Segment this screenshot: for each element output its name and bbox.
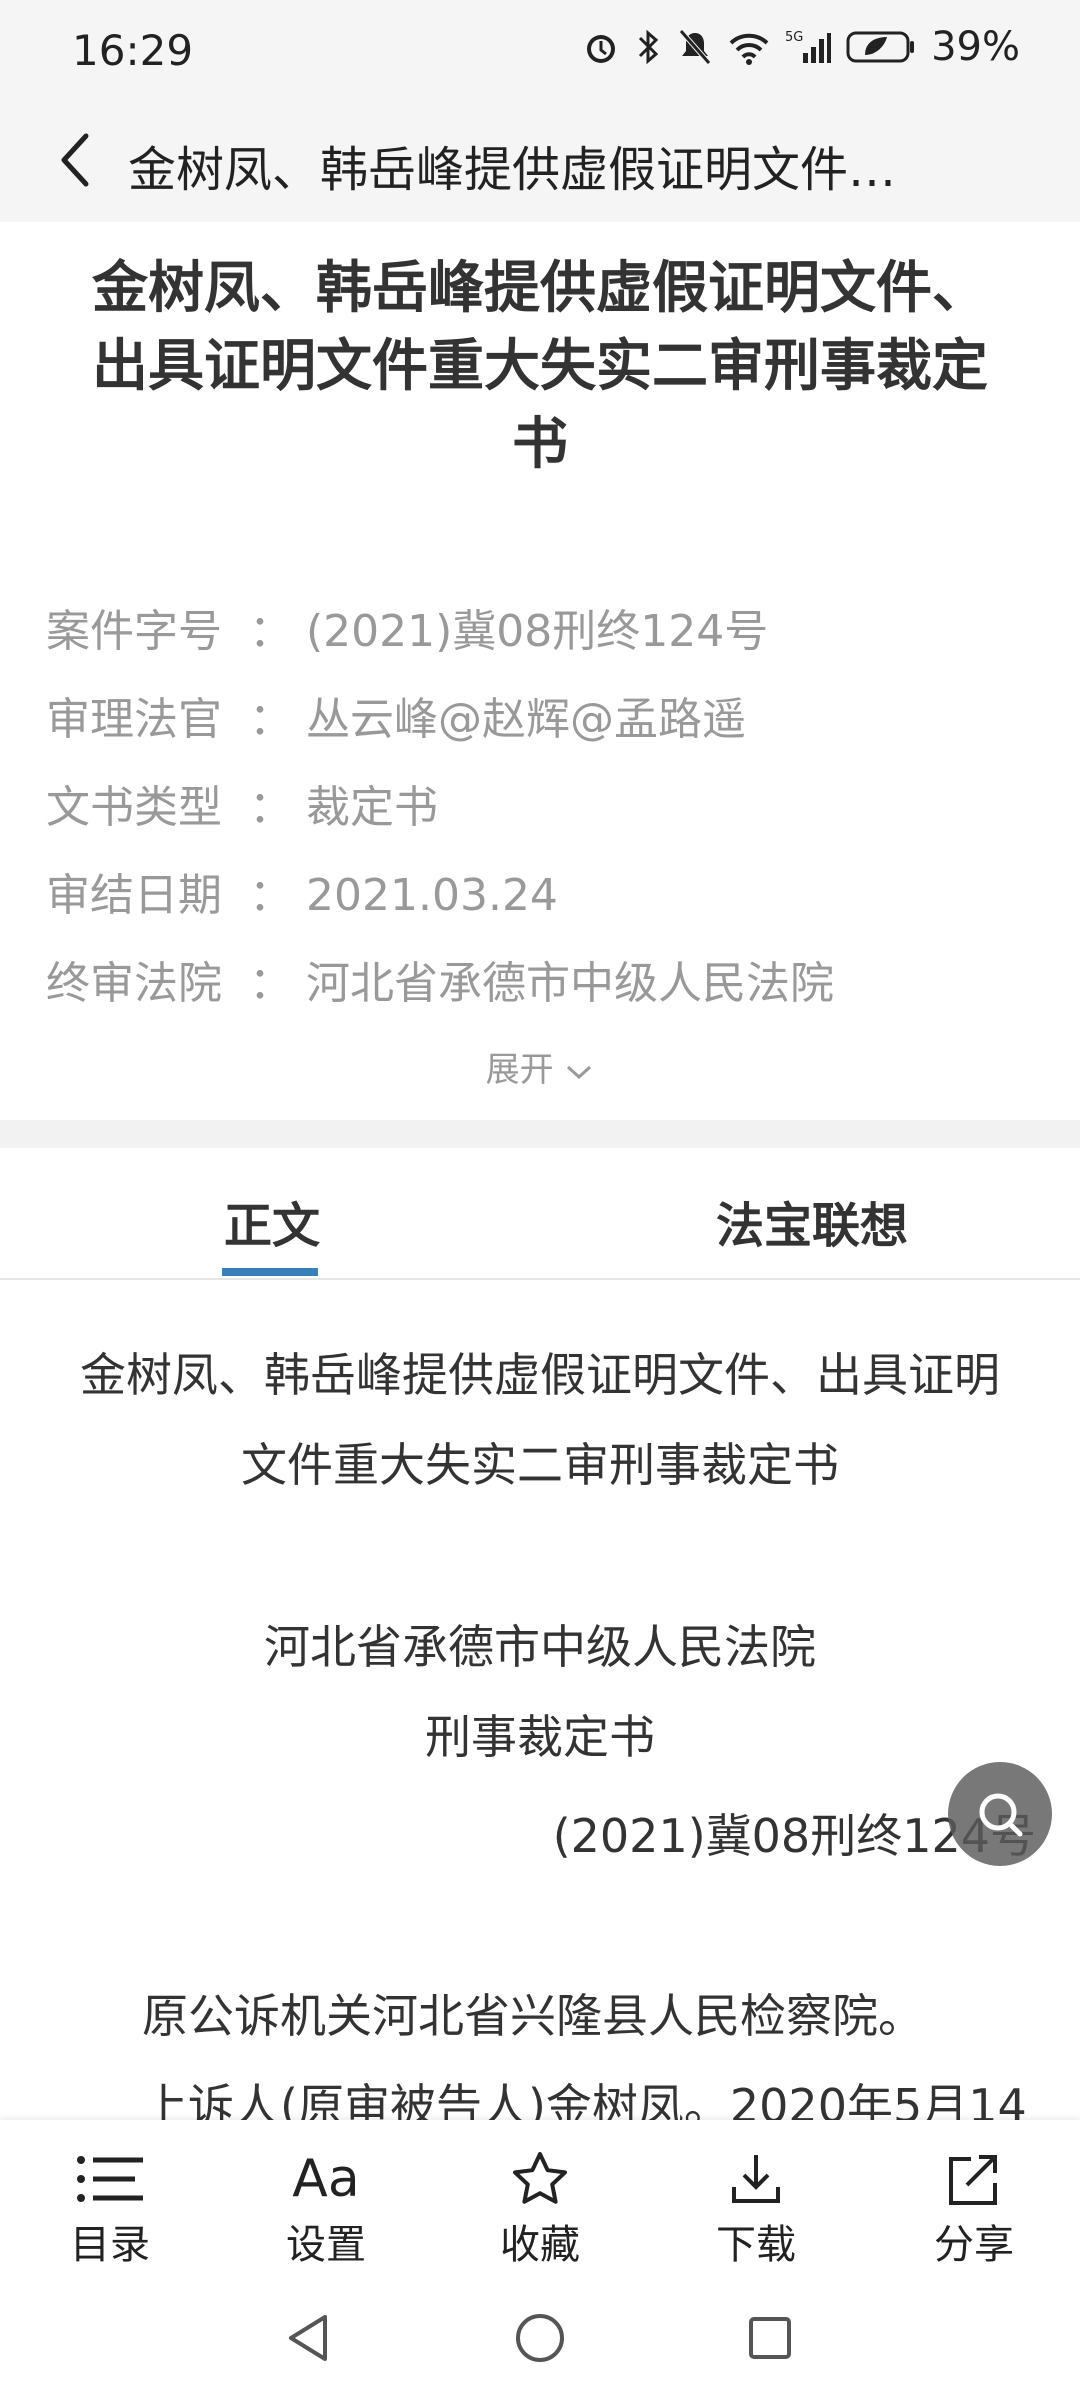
meta-separator: ： — [249, 870, 293, 921]
search-fab-button[interactable] — [948, 1762, 1052, 1866]
meta-label: 案件字号 — [46, 606, 222, 657]
chevron-down-icon — [567, 1065, 592, 1079]
star-icon — [513, 2152, 567, 2204]
share-label: 分享 — [934, 2222, 1014, 2268]
meta-value: 丛云峰@赵辉@孟路遥 — [306, 694, 746, 745]
nav-recents-button[interactable] — [740, 2308, 800, 2368]
battery-icon — [846, 31, 915, 63]
meta-row-case-number: 案件字号 ： (2021)冀08刑终124号 — [46, 588, 1046, 676]
meta-label: 审理法官 — [46, 694, 222, 745]
mute-icon — [679, 29, 711, 65]
body-paragraph: 原公诉机关河北省兴隆县人民检察院。 — [142, 1989, 924, 2043]
content-tabs: 正文 法宝联想 — [0, 1148, 1080, 1280]
meta-row-doc-type: 文书类型 ： 裁定书 — [46, 764, 1046, 852]
download-label: 下载 — [716, 2222, 796, 2268]
share-button[interactable]: 分享 — [904, 2148, 1044, 2270]
expand-label: 展开 — [485, 1050, 554, 1090]
bottom-toolbar: 目录 Aa 设置 收藏 下载 分享 — [0, 2120, 1080, 2280]
meta-separator: ： — [249, 606, 293, 657]
settings-button[interactable]: Aa 设置 — [256, 2148, 396, 2270]
download-button[interactable]: 下载 — [686, 2148, 826, 2270]
document-title-line: 出具证明文件重大失实二审刑事裁定 — [92, 334, 988, 399]
toc-button[interactable]: 目录 — [40, 2148, 180, 2270]
expand-button[interactable]: 展开 — [0, 1042, 1080, 1091]
body-case-number: (2021)冀08刑终124号 — [552, 1809, 1036, 1863]
back-button[interactable] — [36, 120, 116, 200]
download-icon — [732, 2155, 780, 2203]
meta-separator: ： — [249, 958, 293, 1009]
document-title-line: 书 — [512, 412, 568, 477]
signal-5g-icon: 5G — [785, 30, 832, 63]
system-nav-bar — [0, 2280, 1080, 2400]
nav-home-button[interactable] — [510, 2308, 570, 2368]
wifi-icon — [729, 33, 769, 65]
list-icon — [77, 2156, 143, 2202]
body-heading-line: 金树凤、韩岳峰提供虚假证明文件、出具证明 — [80, 1348, 1000, 1402]
search-icon — [979, 1793, 1023, 1837]
square-recents-icon — [749, 2317, 791, 2359]
body-doc-type: 刑事裁定书 — [425, 1710, 655, 1764]
tab-main-text[interactable]: 正文 — [224, 1186, 320, 1256]
meta-value: (2021)冀08刑终124号 — [306, 606, 769, 657]
section-divider — [0, 1120, 1080, 1148]
meta-row-judges: 审理法官 ： 丛云峰@赵辉@孟路遥 — [46, 676, 1046, 764]
settings-label: 设置 — [286, 2222, 366, 2268]
meta-separator: ： — [249, 694, 293, 745]
favorite-button[interactable]: 收藏 — [470, 2148, 610, 2270]
active-tab-indicator — [222, 1268, 318, 1276]
back-arrow-icon — [61, 133, 89, 187]
meta-row-date: 审结日期 ： 2021.03.24 — [46, 852, 1046, 940]
share-icon — [949, 2155, 997, 2205]
document-title-line: 金树凤、韩岳峰提供虚假证明文件、 — [92, 256, 988, 321]
favorite-label: 收藏 — [500, 2222, 580, 2268]
status-bar: 16:29 5G 39% — [0, 0, 1080, 100]
triangle-back-icon — [289, 2315, 327, 2361]
meta-label: 文书类型 — [46, 782, 222, 833]
case-metadata: 案件字号 ： (2021)冀08刑终124号 审理法官 ： 丛云峰@赵辉@孟路遥… — [46, 588, 1046, 1028]
meta-value: 裁定书 — [306, 782, 438, 833]
circle-home-icon — [516, 2314, 564, 2362]
meta-value: 2021.03.24 — [306, 870, 558, 921]
meta-label: 终审法院 — [46, 958, 222, 1009]
battery-percent: 39% — [931, 24, 1020, 70]
toc-label: 目录 — [70, 2222, 150, 2268]
alarm-icon — [587, 35, 616, 63]
font-size-icon: Aa — [292, 2149, 360, 2209]
document-title: 金树凤、韩岳峰提供虚假证明文件、 出具证明文件重大失实二审刑事裁定 书 — [50, 250, 1030, 484]
meta-row-court: 终审法院 ： 河北省承德市中级人民法院 — [46, 940, 1046, 1028]
meta-separator: ： — [249, 782, 293, 833]
body-court-name: 河北省承德市中级人民法院 — [264, 1620, 816, 1674]
top-app-bar: 金树凤、韩岳峰提供虚假证明文件… — [0, 100, 1080, 222]
status-icons: 5G 39% — [581, 24, 1020, 70]
bluetooth-icon — [639, 29, 659, 65]
svg-text:5G: 5G — [785, 30, 803, 45]
nav-back-button[interactable] — [278, 2308, 338, 2368]
body-heading-line: 文件重大失实二审刑事裁定书 — [241, 1438, 839, 1492]
page-title: 金树凤、韩岳峰提供虚假证明文件… — [128, 142, 897, 198]
status-time: 16:29 — [72, 26, 194, 75]
tab-related[interactable]: 法宝联想 — [716, 1186, 908, 1256]
meta-label: 审结日期 — [46, 870, 222, 921]
meta-value: 河北省承德市中级人民法院 — [306, 958, 834, 1009]
